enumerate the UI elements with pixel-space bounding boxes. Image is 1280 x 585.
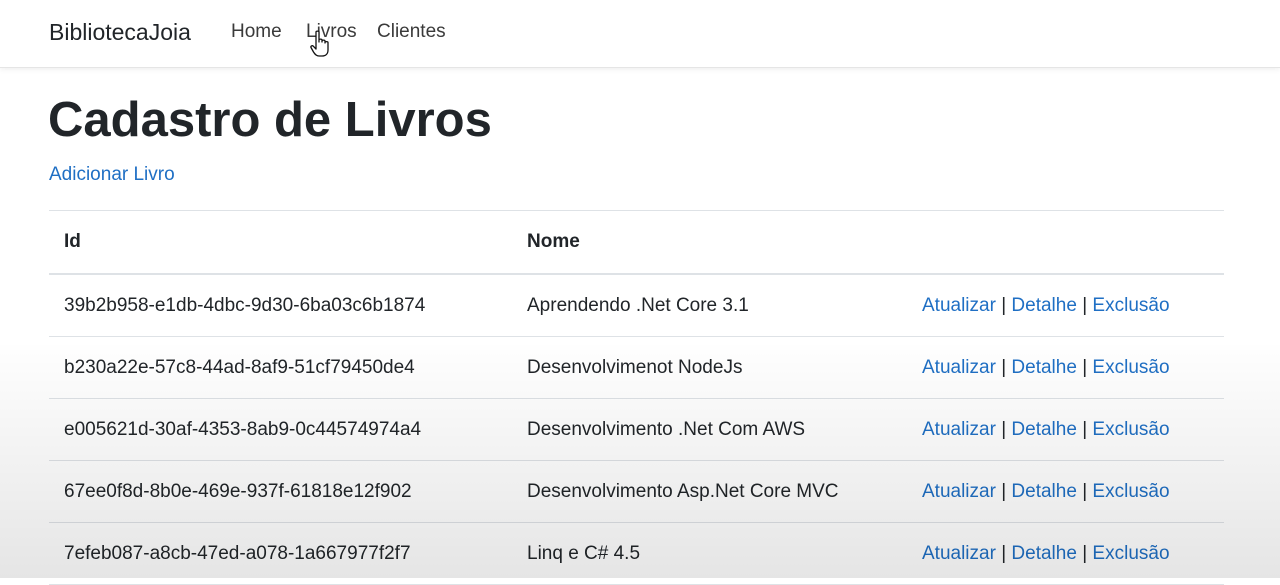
separator: | bbox=[1001, 356, 1007, 378]
delete-link[interactable]: Exclusão bbox=[1092, 419, 1169, 440]
cell-actions: Atualizar | Detalhe | Exclusão bbox=[907, 398, 1224, 461]
delete-link[interactable]: Exclusão bbox=[1092, 543, 1169, 564]
delete-link[interactable]: Exclusão bbox=[1092, 295, 1169, 316]
table-row: 7efeb087-a8cb-47ed-a078-1a667977f2f7 Lin… bbox=[49, 522, 1224, 585]
cell-actions: Atualizar | Detalhe | Exclusão bbox=[907, 336, 1224, 399]
hand-pointer-cursor-icon bbox=[310, 30, 329, 57]
separator: | bbox=[1001, 418, 1007, 440]
separator: | bbox=[1001, 480, 1007, 502]
detail-link[interactable]: Detalhe bbox=[1011, 481, 1077, 502]
cell-actions: Atualizar | Detalhe | Exclusão bbox=[907, 274, 1224, 337]
page-title: Cadastro de Livros bbox=[48, 93, 492, 147]
delete-link[interactable]: Exclusão bbox=[1092, 481, 1169, 502]
cell-actions: Atualizar | Detalhe | Exclusão bbox=[907, 522, 1224, 585]
update-link[interactable]: Atualizar bbox=[922, 419, 996, 440]
update-link[interactable]: Atualizar bbox=[922, 481, 996, 502]
cell-nome: Aprendendo .Net Core 3.1 bbox=[512, 274, 907, 337]
detail-link[interactable]: Detalhe bbox=[1011, 543, 1077, 564]
detail-link[interactable]: Detalhe bbox=[1011, 419, 1077, 440]
update-link[interactable]: Atualizar bbox=[922, 295, 996, 316]
detail-link[interactable]: Detalhe bbox=[1011, 357, 1077, 378]
separator: | bbox=[1001, 294, 1007, 316]
delete-link[interactable]: Exclusão bbox=[1092, 357, 1169, 378]
nav-link-home[interactable]: Home bbox=[231, 21, 282, 43]
table-row: 67ee0f8d-8b0e-469e-937f-61818e12f902 Des… bbox=[49, 460, 1224, 523]
cell-nome: Desenvolvimento Asp.Net Core MVC bbox=[512, 460, 907, 523]
separator: | bbox=[1082, 418, 1088, 440]
column-header-nome: Nome bbox=[512, 210, 907, 275]
brand-link[interactable]: BibliotecaJoia bbox=[49, 19, 191, 46]
separator: | bbox=[1001, 542, 1007, 564]
table-row: 39b2b958-e1db-4dbc-9d30-6ba03c6b1874 Apr… bbox=[49, 274, 1224, 337]
table-header-row: Id Nome bbox=[49, 210, 1224, 275]
cell-nome: Linq e C# 4.5 bbox=[512, 522, 907, 585]
column-header-actions bbox=[907, 210, 1224, 275]
separator: | bbox=[1082, 356, 1088, 378]
separator: | bbox=[1082, 542, 1088, 564]
separator: | bbox=[1082, 294, 1088, 316]
books-table: Id Nome 39b2b958-e1db-4dbc-9d30-6ba03c6b… bbox=[49, 210, 1224, 585]
cell-nome: Desenvolvimenot NodeJs bbox=[512, 336, 907, 399]
cell-id: 7efeb087-a8cb-47ed-a078-1a667977f2f7 bbox=[49, 522, 512, 585]
cell-id: 39b2b958-e1db-4dbc-9d30-6ba03c6b1874 bbox=[49, 274, 512, 337]
cell-nome: Desenvolvimento .Net Com AWS bbox=[512, 398, 907, 461]
update-link[interactable]: Atualizar bbox=[922, 357, 996, 378]
column-header-id: Id bbox=[49, 210, 512, 275]
separator: | bbox=[1082, 480, 1088, 502]
cell-id: e005621d-30af-4353-8ab9-0c44574974a4 bbox=[49, 398, 512, 461]
add-book-link[interactable]: Adicionar Livro bbox=[49, 164, 175, 186]
table-row: b230a22e-57c8-44ad-8af9-51cf79450de4 Des… bbox=[49, 336, 1224, 399]
navbar: BibliotecaJoia Home Livros Clientes bbox=[0, 0, 1280, 68]
update-link[interactable]: Atualizar bbox=[922, 543, 996, 564]
cell-id: b230a22e-57c8-44ad-8af9-51cf79450de4 bbox=[49, 336, 512, 399]
nav-link-clientes[interactable]: Clientes bbox=[377, 21, 446, 43]
detail-link[interactable]: Detalhe bbox=[1011, 295, 1077, 316]
table-row: e005621d-30af-4353-8ab9-0c44574974a4 Des… bbox=[49, 398, 1224, 461]
cell-actions: Atualizar | Detalhe | Exclusão bbox=[907, 460, 1224, 523]
cell-id: 67ee0f8d-8b0e-469e-937f-61818e12f902 bbox=[49, 460, 512, 523]
